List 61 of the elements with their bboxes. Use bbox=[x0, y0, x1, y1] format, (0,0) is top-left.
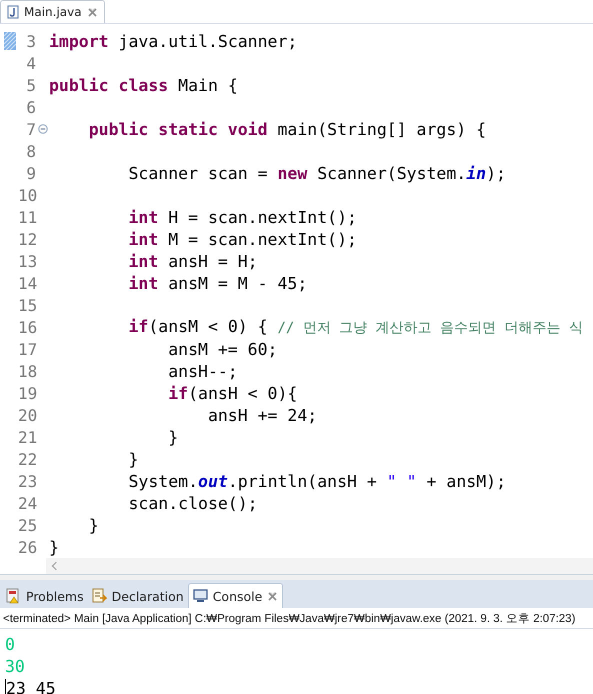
code-line: } bbox=[49, 538, 59, 556]
code-line: ansH--; bbox=[167, 362, 238, 380]
line-number: 18 bbox=[18, 362, 36, 380]
close-icon[interactable] bbox=[86, 6, 98, 18]
declaration-icon bbox=[92, 588, 107, 604]
line-number: 12 bbox=[18, 230, 36, 248]
close-icon[interactable] bbox=[267, 590, 278, 602]
line-number: 3 bbox=[25, 32, 36, 50]
line-number: 4 bbox=[25, 54, 36, 72]
console-header: <terminated> Main [Java Application] C:₩Program Files₩Java₩jre7₩bin₩javaw.exe (2021. 9. 3. 오후 2:07:23) bbox=[3, 612, 576, 626]
line-number: 8 bbox=[25, 142, 36, 160]
code-line: import java.util.Scanner; bbox=[49, 32, 298, 50]
line-number: 26 bbox=[18, 538, 36, 556]
line-number: 6 bbox=[25, 98, 36, 116]
line-number: 14 bbox=[18, 274, 36, 292]
code-line: if(ansM < 0) { // 먼저 그냥 계산하고 음수되면 더해주는 식 bbox=[127, 317, 583, 337]
line-number: 9 bbox=[25, 164, 36, 182]
code-line: int ansH = H; bbox=[127, 252, 258, 270]
code-line: if(ansH < 0){ bbox=[167, 384, 298, 402]
code-line: Scanner scan = new Scanner(System.in); bbox=[127, 164, 506, 182]
code-line: int H = scan.nextInt(); bbox=[127, 208, 357, 226]
text-cursor bbox=[5, 678, 6, 694]
line-number: 21 bbox=[18, 428, 36, 446]
code-line: int ansM = M - 45; bbox=[127, 274, 308, 292]
current-line-marker-icon bbox=[4, 32, 16, 50]
line-number: 20 bbox=[18, 406, 36, 424]
line-number: 16 bbox=[18, 318, 36, 336]
line-number: 13 bbox=[18, 252, 36, 270]
console-line: 0 bbox=[4, 634, 15, 654]
code-line: ansH += 24; bbox=[206, 406, 318, 424]
panel-tab[interactable]: Problems bbox=[2, 584, 88, 608]
horizontal-scrollbar[interactable] bbox=[46, 558, 593, 574]
panel-tab[interactable]: Console bbox=[188, 583, 284, 608]
problems-icon bbox=[6, 588, 21, 604]
console-line: 23 45 bbox=[6, 678, 56, 694]
line-number: 22 bbox=[18, 450, 36, 468]
code-line: ansM += 60; bbox=[167, 340, 278, 358]
java-file-icon bbox=[7, 5, 19, 19]
line-number: 7 bbox=[25, 120, 36, 138]
line-number: 23 bbox=[18, 472, 36, 490]
console-line: 30 bbox=[4, 656, 25, 676]
code-line: public class Main { bbox=[49, 76, 238, 94]
code-line: public static void main(String[] args) { bbox=[88, 120, 486, 138]
line-number: 10 bbox=[18, 186, 36, 204]
collapse-icon[interactable] bbox=[38, 124, 48, 134]
code-line: } bbox=[127, 450, 138, 468]
line-number: 17 bbox=[18, 340, 36, 358]
console-icon bbox=[192, 588, 208, 604]
line-number: 19 bbox=[18, 384, 36, 402]
code-line: scan.close(); bbox=[127, 494, 258, 512]
line-number: 15 bbox=[18, 296, 36, 314]
code-line: } bbox=[167, 428, 178, 446]
code-line: System.out.println(ansH + " " + ansM); bbox=[127, 472, 506, 490]
code-line: int M = scan.nextInt(); bbox=[127, 230, 357, 248]
line-number: 25 bbox=[18, 516, 36, 534]
line-number: 24 bbox=[18, 494, 36, 512]
panel-tab[interactable]: Declaration bbox=[88, 584, 188, 608]
line-number: 5 bbox=[25, 76, 36, 94]
file-tab[interactable]: Main.java bbox=[0, 0, 105, 23]
line-number: 11 bbox=[18, 208, 36, 226]
code-line: } bbox=[88, 516, 99, 534]
